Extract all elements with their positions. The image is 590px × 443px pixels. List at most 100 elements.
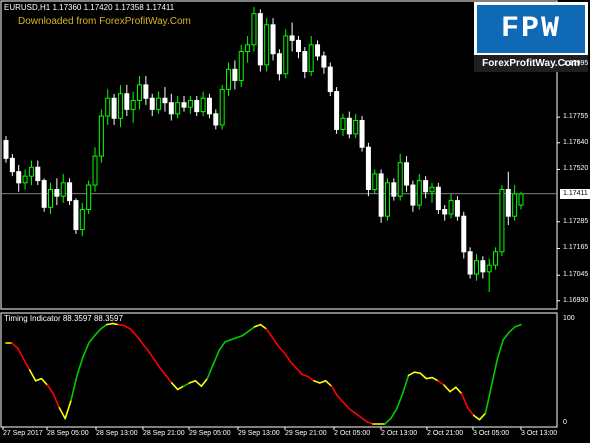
candle-body xyxy=(512,193,518,217)
candle xyxy=(251,7,257,52)
candle xyxy=(334,87,340,134)
candle xyxy=(321,51,327,74)
candle-body xyxy=(505,188,511,217)
indicator-segment xyxy=(514,323,522,328)
candle-body xyxy=(111,97,117,119)
candle-body xyxy=(404,162,410,186)
indicator-segment xyxy=(176,385,185,391)
candle-body xyxy=(493,251,499,266)
indicator-segment xyxy=(472,414,481,421)
candle-body xyxy=(9,157,15,173)
candle-body xyxy=(226,68,232,90)
indicator-segment xyxy=(490,358,499,388)
candle xyxy=(454,196,460,221)
candle-body xyxy=(372,173,378,190)
candle-body xyxy=(315,44,321,57)
indicator-segment xyxy=(88,334,96,344)
candle xyxy=(346,111,352,139)
price-tick-label: 1.17755 xyxy=(563,113,589,121)
candle xyxy=(219,84,225,130)
candle-body xyxy=(384,182,390,217)
chart-window[interactable]: EURUSD,H1 1.17360 1.17420 1.17358 1.1741… xyxy=(0,0,590,443)
indicator-segment xyxy=(153,358,161,369)
candle xyxy=(410,180,416,212)
indicator-segment xyxy=(354,412,362,419)
candle-body xyxy=(429,186,435,193)
candle-body xyxy=(251,13,257,46)
logo-text: FPW xyxy=(500,12,561,46)
candle-body xyxy=(435,186,441,211)
candle-body xyxy=(321,55,327,68)
time-tick-label: 28 Sep 13:00 xyxy=(96,430,138,437)
time-tick-label: 28 Sep 21:00 xyxy=(143,430,185,437)
indicator-segment xyxy=(170,382,179,391)
indicator-segment xyxy=(200,377,209,388)
time-tick-label: 3 Oct 13:00 xyxy=(521,430,558,437)
candle-body xyxy=(473,260,479,275)
indicator-segment xyxy=(443,384,451,393)
indicator-segment xyxy=(259,323,268,330)
candle xyxy=(302,47,308,79)
indicator-segment xyxy=(123,324,132,330)
candle xyxy=(232,60,238,90)
indicator-segment xyxy=(70,374,78,402)
time-tick-label: 3 Oct 05:00 xyxy=(473,430,510,437)
candle xyxy=(156,91,162,114)
candle xyxy=(378,169,384,223)
candle xyxy=(448,193,454,219)
candle-body xyxy=(308,44,314,73)
time-tick-label: 29 Sep 21:00 xyxy=(285,430,327,437)
price-tick-label: 1.16930 xyxy=(563,296,589,304)
candle-body xyxy=(92,155,98,186)
candle xyxy=(404,156,410,192)
candle xyxy=(149,93,155,117)
candle xyxy=(473,254,479,281)
indicator-segment xyxy=(141,342,149,352)
candle xyxy=(28,160,34,186)
candle-body xyxy=(442,209,448,215)
candle-body xyxy=(334,91,340,130)
indicator-segment xyxy=(277,345,286,354)
indicator-segment xyxy=(413,371,422,375)
indicator-segment xyxy=(437,379,445,386)
candle-body xyxy=(270,24,276,55)
candle-body xyxy=(410,184,416,206)
candle xyxy=(105,89,111,125)
indicator-segment xyxy=(182,382,191,388)
candle-body xyxy=(391,182,397,197)
candle-body xyxy=(137,84,143,101)
candle-body xyxy=(518,193,524,206)
candle-body xyxy=(124,93,130,110)
candle-body xyxy=(206,97,212,115)
candle xyxy=(257,9,263,72)
candle xyxy=(73,198,79,235)
candle-body xyxy=(467,251,473,275)
indicator-segment xyxy=(330,385,339,397)
indicator-segment xyxy=(64,399,72,420)
indicator-segment xyxy=(159,367,167,377)
indicator-segment xyxy=(307,375,315,382)
indicator-segment xyxy=(484,385,493,415)
candle xyxy=(111,93,117,125)
indicator-segment xyxy=(218,341,226,352)
indicator-segment xyxy=(194,379,203,388)
candle-body xyxy=(117,93,123,119)
indicator-pane-border xyxy=(0,312,558,428)
candle xyxy=(92,147,98,192)
indicator-segment xyxy=(52,392,61,409)
price-tick-label: 1.17995 xyxy=(563,59,589,67)
indicator-segment xyxy=(265,328,274,339)
candle xyxy=(486,258,492,292)
candle xyxy=(295,35,301,59)
candle xyxy=(187,96,193,114)
candle-body xyxy=(499,188,505,253)
candle xyxy=(117,84,123,128)
candle xyxy=(315,40,321,61)
candle-body xyxy=(295,39,301,53)
candle xyxy=(175,96,181,119)
candle-body xyxy=(67,182,73,202)
candle-body xyxy=(48,188,54,208)
candle-body xyxy=(41,180,47,208)
time-tick-label: 27 Sep 2017 xyxy=(3,430,43,437)
candle-body xyxy=(397,162,403,197)
